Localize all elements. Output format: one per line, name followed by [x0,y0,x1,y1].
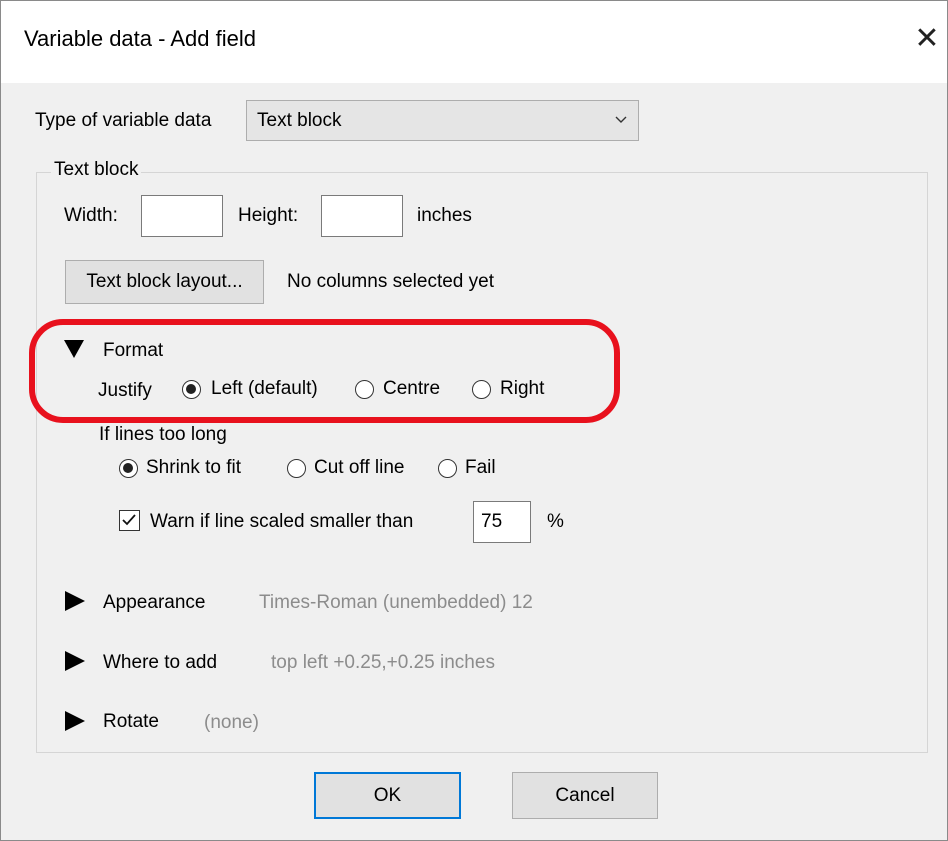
rotate-section-title[interactable]: Rotate [103,711,159,733]
height-label: Height: [238,205,299,226]
type-label: Type of variable data [35,110,212,131]
cancel-button[interactable]: Cancel [512,772,658,819]
warn-checkbox[interactable] [119,510,140,531]
appearance-summary: Times-Roman (unembedded) 12 [259,592,533,613]
close-icon[interactable]: ✕ [912,19,942,59]
width-input[interactable] [141,195,223,237]
where-to-add-section-title[interactable]: Where to add [103,652,217,674]
cut-off-line-label[interactable]: Cut off line [314,457,404,479]
percent-unit: % [547,511,564,532]
chevron-down-icon [615,116,627,123]
dialog-title: Variable data - Add field [24,26,256,51]
where-to-add-summary: top left +0.25,+0.25 inches [271,652,495,673]
collapsed-triangle-icon[interactable] [65,591,85,611]
height-input[interactable] [321,195,403,237]
collapsed-triangle-icon[interactable] [65,651,85,671]
shrink-to-fit-label[interactable]: Shrink to fit [146,457,241,479]
type-select-value: Text block [257,110,342,131]
appearance-section-title[interactable]: Appearance [103,592,205,614]
collapsed-triangle-icon[interactable] [65,711,85,731]
warn-label[interactable]: Warn if line scaled smaller than [150,511,413,533]
text-block-group-label: Text block [51,159,142,181]
width-label: Width: [64,205,118,226]
title-bar: Variable data - Add field ✕ [1,1,947,83]
cut-off-line-radio[interactable] [287,459,306,478]
fail-radio[interactable] [438,459,457,478]
warn-percent-input[interactable]: 75 [473,501,531,543]
checkmark-icon [122,514,136,526]
dialog-window: Variable data - Add field ✕ Type of vari… [0,0,948,841]
fail-label[interactable]: Fail [465,457,496,479]
shrink-to-fit-radio[interactable] [119,459,138,478]
type-select[interactable]: Text block [246,100,639,141]
lines-too-long-label: If lines too long [99,424,227,445]
rotate-summary: (none) [204,712,259,733]
units-label: inches [417,205,472,226]
ok-button[interactable]: OK [314,772,461,819]
layout-status: No columns selected yet [287,271,494,292]
text-block-layout-button[interactable]: Text block layout... [65,260,264,304]
highlight-annotation [29,319,620,423]
